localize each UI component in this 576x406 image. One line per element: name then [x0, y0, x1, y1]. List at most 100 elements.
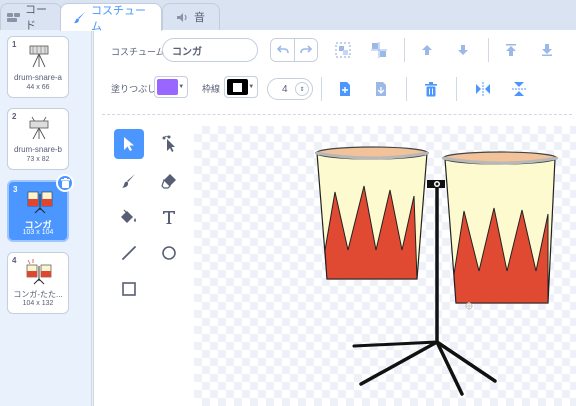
text-icon: [163, 211, 175, 224]
flip-vertical-button[interactable]: [508, 78, 530, 100]
copy-button[interactable]: [334, 78, 356, 100]
delete-button[interactable]: [420, 78, 442, 100]
tab-costume[interactable]: コスチューム: [60, 3, 162, 33]
costume-name: コンガ-たた...: [13, 290, 63, 299]
arrow-top-icon: [506, 44, 516, 56]
undo-button[interactable]: [271, 39, 294, 61]
costume-number: 4: [12, 256, 17, 265]
cursor-icon: [124, 137, 134, 151]
outline-width-input[interactable]: 4 ⇕: [267, 78, 313, 100]
toolbar-separator: [404, 38, 405, 62]
paint-bucket-icon: [121, 209, 136, 223]
front-button[interactable]: [500, 39, 522, 61]
trash-icon: [60, 178, 70, 188]
reshape-tool[interactable]: [154, 129, 184, 159]
tab-sound-label: 音: [194, 12, 205, 24]
delete-costume-button[interactable]: [56, 174, 74, 192]
paste-button[interactable]: [370, 78, 392, 100]
back-button[interactable]: [536, 39, 558, 61]
conga-drawing[interactable]: [194, 126, 576, 406]
costume-number: 3: [13, 185, 18, 194]
outline-color-picker[interactable]: ▼: [224, 76, 258, 98]
undo-redo-group: [270, 38, 318, 62]
group-button[interactable]: [332, 39, 354, 61]
flip-vertical-icon: [512, 82, 526, 96]
paintbrush-icon: [73, 11, 86, 25]
costume-name-input[interactable]: [162, 38, 258, 62]
toolbar-separator: [321, 77, 322, 101]
group-icon: [335, 42, 351, 58]
costume-size: 73 x 82: [26, 156, 50, 163]
tab-code-label: コード: [25, 4, 47, 32]
costume-thumbnail: [29, 45, 49, 68]
outline-color-swatch: [227, 79, 248, 95]
select-tool[interactable]: [114, 129, 144, 159]
toolbar-separator: [488, 38, 489, 62]
copy-icon: [340, 82, 350, 96]
costume-size: 103 x 104: [22, 229, 54, 236]
tab-costume-label: コスチューム: [91, 4, 146, 33]
brush-icon: [122, 174, 135, 188]
toolbar-divider: [102, 114, 572, 115]
speaker-icon: [175, 10, 189, 24]
ungroup-button[interactable]: [368, 39, 390, 61]
rectangle-icon: [122, 282, 136, 296]
paste-icon: [376, 82, 386, 96]
reshape-cursor-icon: [162, 135, 175, 152]
costume-number: 1: [12, 40, 17, 49]
costume-number: 2: [12, 112, 17, 121]
costume-list: 1 drum-snare-a 44 x 66 2 drum-snare-b 73…: [0, 30, 92, 406]
circle-icon: [162, 246, 176, 260]
tab-sound[interactable]: 音: [162, 3, 220, 30]
redo-button[interactable]: [294, 39, 317, 61]
undo-icon: [276, 45, 289, 54]
costume-thumbnail: [27, 191, 53, 214]
costume-name: drum-snare-a: [13, 73, 62, 82]
backward-button[interactable]: [452, 39, 474, 61]
fill-label: 塗りつぶし: [111, 84, 157, 94]
tab-code[interactable]: コード: [0, 3, 62, 32]
chevron-down-icon: ▼: [178, 84, 185, 90]
stepper-arrows-icon[interactable]: ⇕: [295, 82, 309, 96]
drawing-canvas[interactable]: [194, 126, 576, 406]
code-icon: [7, 10, 20, 24]
editor-toolbar-top: コスチューム: [94, 30, 576, 70]
trash-icon: [425, 81, 437, 96]
paint-editor: コスチューム 塗りつぶ: [93, 30, 576, 406]
chevron-down-icon: ▼: [248, 84, 255, 90]
toolbar-separator: [406, 77, 407, 101]
fill-color-swatch: [157, 79, 178, 95]
fill-tool[interactable]: [114, 202, 144, 232]
eraser-tool[interactable]: [154, 166, 184, 196]
costume-item[interactable]: 4 コンガ-たた... 104 x 132: [7, 252, 69, 314]
line-icon: [122, 246, 136, 260]
text-tool[interactable]: [154, 202, 184, 232]
forward-button[interactable]: [416, 39, 438, 61]
outline-width-value: 4: [282, 83, 288, 95]
arrow-bottom-icon: [542, 44, 552, 56]
circle-tool[interactable]: [154, 238, 184, 268]
rectangle-tool[interactable]: [114, 274, 144, 304]
toolbar-separator: [456, 77, 457, 101]
brush-tool[interactable]: [114, 166, 144, 196]
costume-size: 104 x 132: [22, 300, 54, 307]
editor-toolbar-bottom: 塗りつぶし ▼ 枠線 ▼ 4 ⇕: [94, 70, 576, 108]
fill-color-picker[interactable]: ▼: [154, 76, 188, 98]
flip-horizontal-button[interactable]: [472, 78, 494, 100]
costume-thumbnail: [29, 116, 49, 140]
arrow-down-icon: [458, 45, 468, 55]
costume-size: 44 x 66: [26, 84, 50, 91]
costume-name-label: コスチューム: [111, 47, 165, 57]
costume-name: drum-snare-b: [13, 145, 62, 154]
costume-item[interactable]: 2 drum-snare-b 73 x 82: [7, 108, 69, 170]
outline-label: 枠線: [202, 84, 221, 94]
eraser-icon: [161, 174, 176, 189]
costume-thumbnail: [26, 259, 52, 285]
redo-icon: [300, 45, 312, 54]
flip-horizontal-icon: [476, 82, 490, 96]
costume-item[interactable]: 1 drum-snare-a 44 x 66: [7, 36, 69, 98]
line-tool[interactable]: [114, 238, 144, 268]
arrow-up-icon: [422, 45, 432, 55]
tab-bar: コード コスチューム 音: [0, 0, 576, 33]
ungroup-icon: [371, 42, 387, 58]
